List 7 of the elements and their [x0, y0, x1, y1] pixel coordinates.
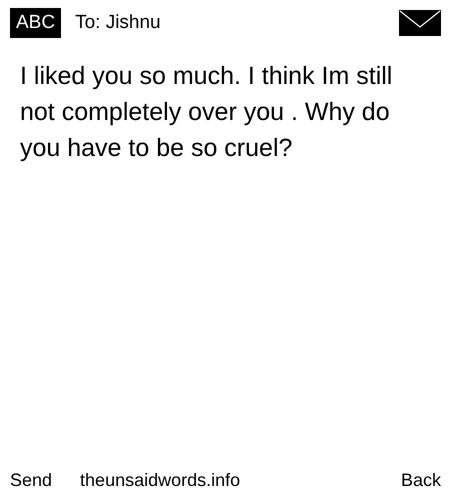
- input-mode-badge: ABC: [10, 8, 62, 38]
- envelope-icon: [399, 10, 441, 36]
- back-softkey[interactable]: Back: [400, 470, 441, 490]
- send-softkey[interactable]: Send: [10, 470, 52, 490]
- website-label: theunsaidwords.info: [80, 470, 242, 490]
- recipient-label: To: Jishnu: [75, 12, 162, 34]
- message-text: I liked you so much. I think Im still not completely over you . Why do you have to be so cruel?: [20, 61, 394, 164]
